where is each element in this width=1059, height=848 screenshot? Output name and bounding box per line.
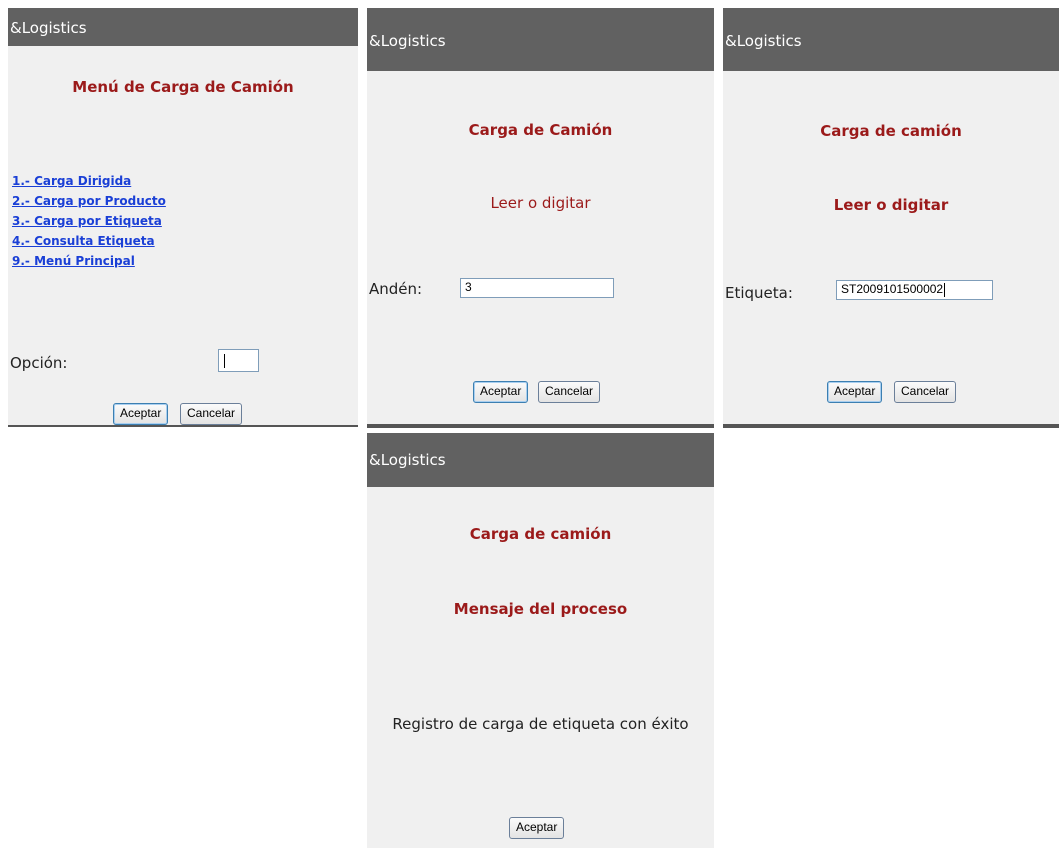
title-bar: &Logistics: [367, 8, 714, 71]
app-title: &Logistics: [725, 32, 802, 50]
text-caret: [224, 353, 225, 368]
title-bar: &Logistics: [8, 8, 358, 46]
cancel-button[interactable]: Cancelar: [894, 381, 957, 403]
screen-anden: &Logistics Carga de Camión Leer o digita…: [367, 8, 714, 428]
divider: [723, 424, 1059, 428]
page-title: Carga de Camión: [468, 121, 613, 139]
menu-list: 1.- Carga Dirigida 2.- Carga por Product…: [12, 171, 166, 271]
screen-menu: &Logistics Menú de Carga de Camión 1.- C…: [8, 8, 358, 427]
divider: [8, 425, 358, 427]
app-title: &Logistics: [369, 32, 446, 50]
text-caret: [944, 282, 946, 297]
page-subtitle: Mensaje del proceso: [453, 600, 628, 618]
accept-button[interactable]: Aceptar: [473, 381, 529, 403]
cancel-button[interactable]: Cancelar: [180, 403, 243, 425]
option-label: Opción:: [10, 354, 68, 372]
screen-message: &Logistics Carga de camión Mensaje del p…: [367, 433, 714, 848]
divider: [367, 424, 714, 428]
page-title: Menú de Carga de Camión: [72, 78, 294, 96]
anden-input[interactable]: 3: [460, 278, 614, 298]
title-bar: &Logistics: [367, 433, 714, 487]
menu-item-carga-por-producto[interactable]: 2.- Carga por Producto: [12, 191, 166, 211]
option-input[interactable]: [218, 349, 259, 372]
anden-label: Andén:: [369, 280, 423, 298]
accept-button[interactable]: Aceptar: [509, 817, 565, 839]
title-bar: &Logistics: [723, 8, 1059, 71]
page-title: Carga de camión: [469, 525, 612, 543]
app-title: &Logistics: [10, 19, 87, 37]
page-title: Carga de camión: [820, 122, 962, 140]
app-title: &Logistics: [369, 451, 446, 469]
process-message: Registro de carga de etiqueta con éxito: [392, 715, 689, 733]
menu-item-consulta-etiqueta[interactable]: 4.- Consulta Etiqueta: [12, 231, 166, 251]
page-subtitle: Leer o digitar: [833, 196, 949, 214]
screen-etiqueta: &Logistics Carga de camión Leer o digita…: [723, 8, 1059, 428]
accept-button[interactable]: Aceptar: [113, 403, 169, 425]
menu-item-menu-principal[interactable]: 9.- Menú Principal: [12, 251, 166, 271]
page-subtitle: Leer o digitar: [490, 194, 591, 212]
menu-item-carga-dirigida[interactable]: 1.- Carga Dirigida: [12, 171, 166, 191]
etiqueta-input[interactable]: ST2009101500002: [836, 280, 993, 300]
accept-button[interactable]: Aceptar: [827, 381, 883, 403]
menu-item-carga-por-etiqueta[interactable]: 3.- Carga por Etiqueta: [12, 211, 166, 231]
cancel-button[interactable]: Cancelar: [538, 381, 601, 403]
etiqueta-label: Etiqueta:: [725, 284, 793, 302]
